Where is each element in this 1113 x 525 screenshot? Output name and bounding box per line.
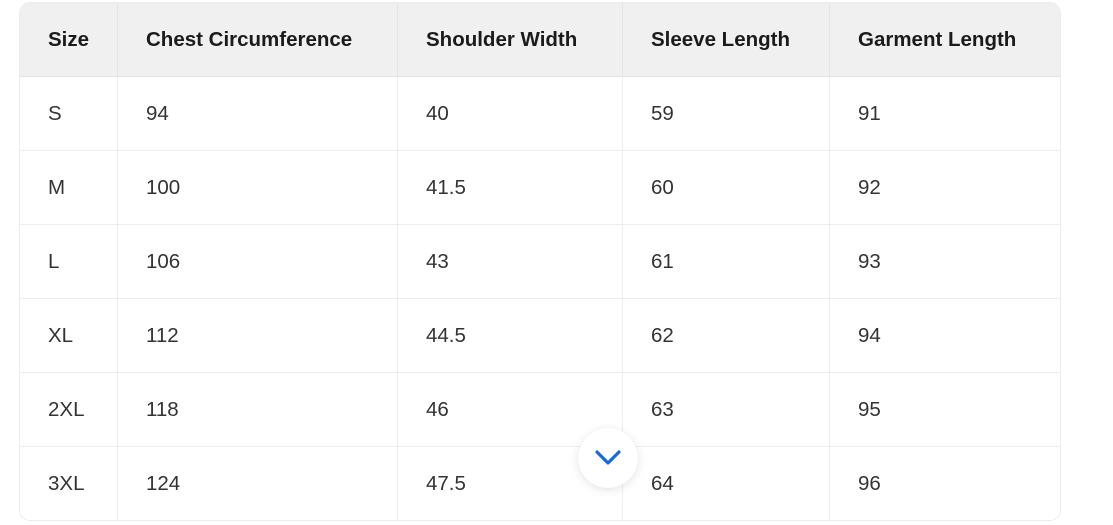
cell-garment: 95 — [830, 373, 1060, 447]
cell-size: S — [20, 77, 118, 151]
cell-chest: 94 — [118, 77, 398, 151]
column-header-shoulder: Shoulder Width — [398, 3, 623, 77]
cell-chest: 112 — [118, 299, 398, 373]
size-chart-container: Size Chest Circumference Shoulder Width … — [20, 3, 1060, 520]
cell-size: L — [20, 225, 118, 299]
table-row: S 94 40 59 91 — [20, 77, 1060, 151]
cell-sleeve: 64 — [623, 447, 830, 520]
table-body: S 94 40 59 91 M 100 41.5 60 92 L 106 43 … — [20, 77, 1060, 520]
cell-chest: 118 — [118, 373, 398, 447]
cell-garment: 92 — [830, 151, 1060, 225]
cell-chest: 106 — [118, 225, 398, 299]
chevron-down-icon — [595, 450, 621, 466]
cell-shoulder: 41.5 — [398, 151, 623, 225]
expand-table-button[interactable] — [578, 428, 638, 488]
cell-shoulder: 43 — [398, 225, 623, 299]
cell-chest: 124 — [118, 447, 398, 520]
cell-garment: 94 — [830, 299, 1060, 373]
column-header-size: Size — [20, 3, 118, 77]
cell-chest: 100 — [118, 151, 398, 225]
cell-size: 3XL — [20, 447, 118, 520]
cell-sleeve: 63 — [623, 373, 830, 447]
cell-size: XL — [20, 299, 118, 373]
size-chart-table: Size Chest Circumference Shoulder Width … — [20, 3, 1060, 520]
table-row: XL 112 44.5 62 94 — [20, 299, 1060, 373]
table-header-row: Size Chest Circumference Shoulder Width … — [20, 3, 1060, 77]
table-row: 3XL 124 47.5 64 96 — [20, 447, 1060, 520]
table-row: M 100 41.5 60 92 — [20, 151, 1060, 225]
cell-garment: 93 — [830, 225, 1060, 299]
column-header-sleeve: Sleeve Length — [623, 3, 830, 77]
cell-size: M — [20, 151, 118, 225]
cell-shoulder: 44.5 — [398, 299, 623, 373]
column-header-garment: Garment Length — [830, 3, 1060, 77]
cell-sleeve: 62 — [623, 299, 830, 373]
table-header: Size Chest Circumference Shoulder Width … — [20, 3, 1060, 77]
table-row: 2XL 118 46 63 95 — [20, 373, 1060, 447]
cell-garment: 91 — [830, 77, 1060, 151]
cell-garment: 96 — [830, 447, 1060, 520]
cell-sleeve: 60 — [623, 151, 830, 225]
cell-shoulder: 40 — [398, 77, 623, 151]
cell-sleeve: 61 — [623, 225, 830, 299]
cell-sleeve: 59 — [623, 77, 830, 151]
table-row: L 106 43 61 93 — [20, 225, 1060, 299]
cell-size: 2XL — [20, 373, 118, 447]
column-header-chest: Chest Circumference — [118, 3, 398, 77]
